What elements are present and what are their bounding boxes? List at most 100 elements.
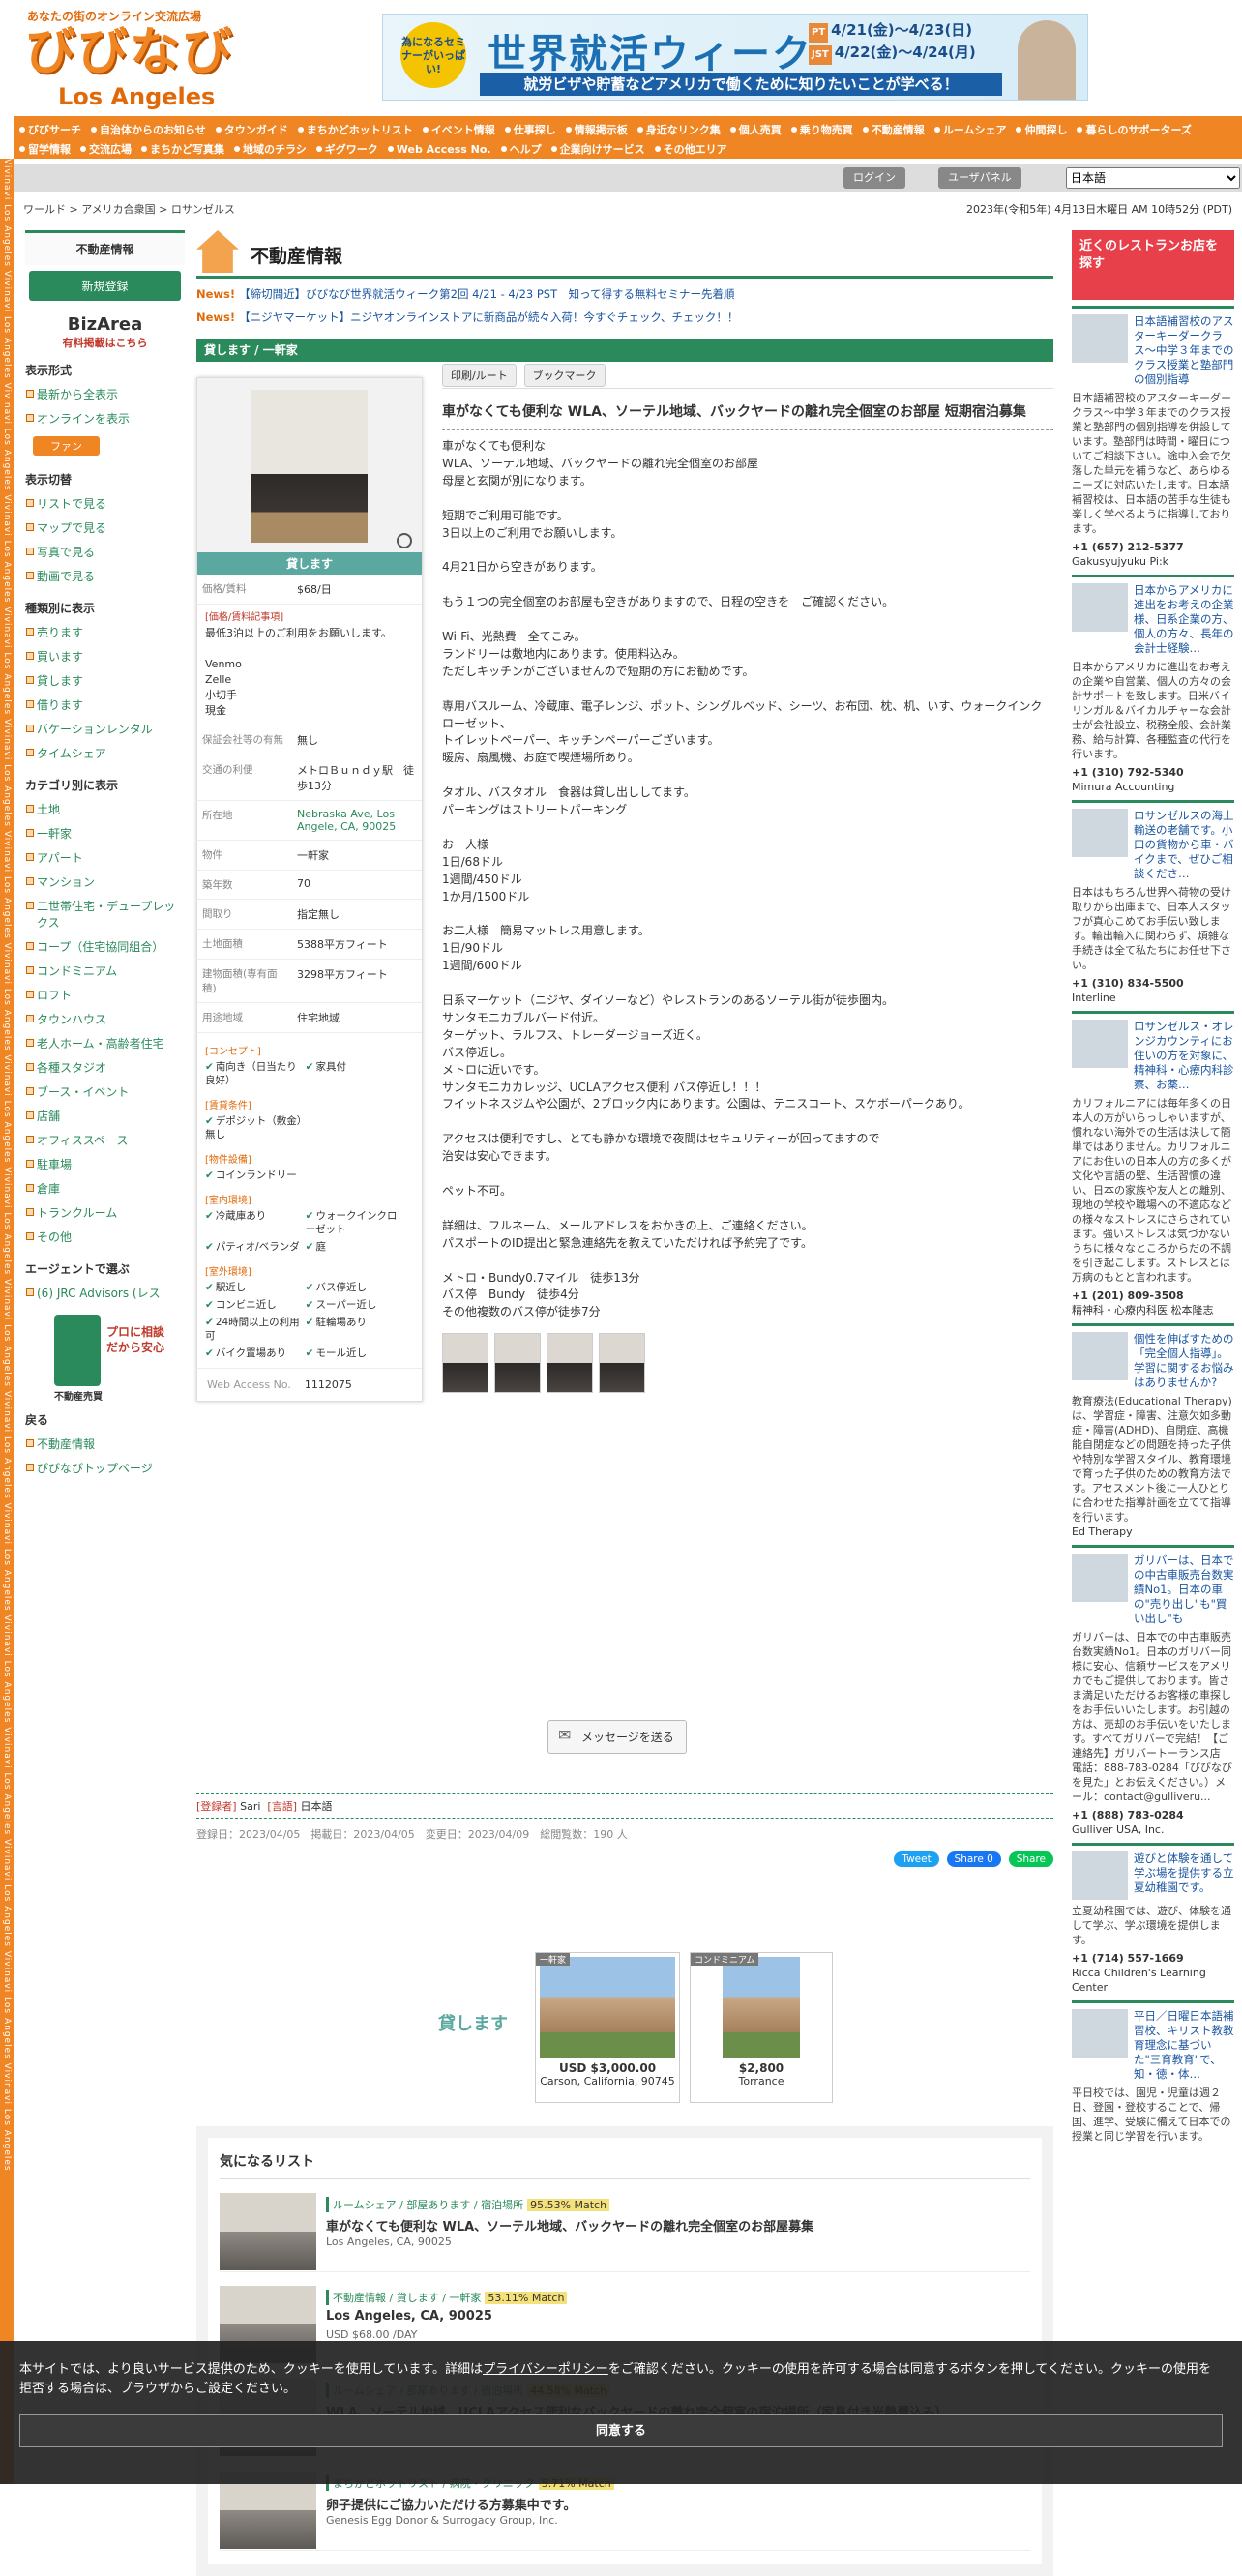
sidebar-link-category[interactable]: アパート xyxy=(25,845,185,870)
print-route-button[interactable]: 印刷/ルート xyxy=(442,364,517,387)
sidebar-link-agent[interactable]: (6) JRC Advisors (レス xyxy=(25,1281,185,1305)
sidebar-link-switch[interactable]: マップで見る xyxy=(25,516,185,540)
sidebar-link-category[interactable]: 二世帯住宅・デュープレックス xyxy=(25,894,185,934)
sidebar-ad[interactable]: 平日／日曜日本語補習校、キリスト教教育理念に基づいた"三育教育"で、知・徳・体…… xyxy=(1072,2000,1234,2144)
sidebar-link-category[interactable]: 店舗 xyxy=(25,1104,185,1128)
language-select[interactable]: 日本語 xyxy=(1066,167,1240,189)
nav-item[interactable]: まちかど写真集 xyxy=(141,141,224,157)
sidebar-link-category[interactable]: トランクルーム xyxy=(25,1200,185,1225)
sidebar-ad[interactable]: 個性を伸ばすための「完全個人指導」。学習に関するお悩みはありませんか? 教育療法(… xyxy=(1072,1323,1234,1539)
nav-item[interactable]: 仲間探し xyxy=(1016,122,1067,137)
sidebar-link-category[interactable]: その他 xyxy=(25,1225,185,1249)
ad-headline[interactable]: ロサンゼルスの海上輸送の老舗です。小口の貨物から車・バイクまで、ぜひご相談くださ… xyxy=(1134,809,1234,881)
nav-item[interactable]: その他エリア xyxy=(655,141,727,157)
tweet-button[interactable]: Tweet xyxy=(894,1851,939,1867)
ad-thumbnail[interactable] xyxy=(1072,1020,1128,1068)
nav-item[interactable]: 不動産情報 xyxy=(863,122,925,137)
nav-item[interactable]: 交流広場 xyxy=(80,141,132,157)
event-banner[interactable]: 為になるセミナーがいっぱい! 世界就活ウィーク PT 4/21(金)〜4/23(日… xyxy=(382,14,1088,101)
nav-item[interactable]: ヘルプ xyxy=(501,141,542,157)
restaurant-search-banner[interactable]: 近くのレストランお店を探す xyxy=(1072,230,1234,300)
nav-item[interactable]: タウンガイド xyxy=(216,122,288,137)
nav-item[interactable]: Web Access No. xyxy=(388,143,491,156)
user-panel-button[interactable]: ユーザパネル xyxy=(938,167,1021,189)
ad-headline[interactable]: ロサンゼルス・オレンジカウンティにお住いの方を対象に、精神科・心療内科診察、お薬… xyxy=(1134,1020,1234,1092)
sidebar-link-category[interactable]: 一軒家 xyxy=(25,821,185,845)
nav-item[interactable]: 情報掲示板 xyxy=(566,122,628,137)
nav-item[interactable]: 留学情報 xyxy=(19,141,71,157)
send-message-button[interactable]: メッセージを送る xyxy=(547,1720,687,1754)
related-photo[interactable] xyxy=(723,1957,800,2058)
sidebar-ad[interactable]: ガリバーは、日本での中古車販売台数実績No1。日本の車の"売り出し"も"買い出し… xyxy=(1072,1545,1234,1837)
sidebar-link-category[interactable]: 駐車場 xyxy=(25,1152,185,1176)
ad-thumbnail[interactable] xyxy=(1072,583,1128,632)
sidebar-link-category[interactable]: ロフト xyxy=(25,983,185,1007)
bizarea-logo[interactable]: BizArea 有料掲載はこちら xyxy=(25,314,185,350)
nav-item[interactable]: 身近なリンク集 xyxy=(637,122,721,137)
sidebar-link-category[interactable]: コープ（住宅協同組合） xyxy=(25,934,185,959)
breadcrumb[interactable]: ワールド > アメリカ合衆国 > ロサンゼルス xyxy=(23,201,235,217)
nav-item[interactable]: 乗り物売買 xyxy=(791,122,853,137)
sidebar-link-category[interactable]: コンドミニアム xyxy=(25,959,185,983)
listing-photo[interactable] xyxy=(197,378,422,552)
privacy-policy-link[interactable]: プライバシーポリシー xyxy=(483,2362,608,2377)
info-value[interactable]: Nebraska Ave, Los Angele, CA, 90025 xyxy=(292,800,422,841)
interest-title[interactable]: 卵子提供にご協力いただける方募集中です。 xyxy=(326,2495,576,2513)
photo-thumbnail[interactable] xyxy=(599,1333,645,1394)
nav-item[interactable]: まちかどホットリスト xyxy=(298,122,413,137)
nav-item[interactable]: ルームシェア xyxy=(934,122,1007,137)
sidebar-link-back[interactable]: 不動産情報 xyxy=(25,1432,185,1456)
related-photo[interactable] xyxy=(540,1957,675,2058)
sidebar-link-kind[interactable]: タイムシェア xyxy=(25,741,185,765)
ad-headline[interactable]: 遊びと体験を通して学ぶ場を提供する立夏幼稚園です。 xyxy=(1134,1851,1234,1900)
interest-title[interactable]: Los Angeles, CA, 90025 xyxy=(326,2309,492,2324)
ad-headline[interactable]: 日本からアメリカに進出をお考えの企業様、日系企業の方、個人の方々、長年の会計士経… xyxy=(1134,583,1234,656)
site-logo[interactable]: びびなび xyxy=(25,25,234,79)
photo-thumbnail[interactable] xyxy=(547,1333,593,1394)
main-photo[interactable] xyxy=(251,390,368,543)
ad-headline[interactable]: 平日／日曜日本語補習校、キリスト教教育理念に基づいた"三育教育"で、知・徳・体… xyxy=(1134,2009,1234,2082)
ad-headline[interactable]: 個性を伸ばすための「完全個人指導」。学習に関するお悩みはありませんか? xyxy=(1134,1332,1234,1390)
nav-item[interactable]: 暮らしのサポーターズ xyxy=(1077,122,1191,137)
sidebar-ad[interactable]: 日本からアメリカに進出をお考えの企業様、日系企業の方、個人の方々、長年の会計士経… xyxy=(1072,575,1234,794)
nav-item[interactable]: 企業向けサービス xyxy=(551,141,645,157)
sidebar-ad[interactable]: ロサンゼルス・オレンジカウンティにお住いの方を対象に、精神科・心療内科診察、お薬… xyxy=(1072,1011,1234,1318)
sidebar-link-kind[interactable]: 貸します xyxy=(25,668,185,693)
ad-thumbnail[interactable] xyxy=(1072,2009,1128,2058)
sidebar-link-category[interactable]: マンション xyxy=(25,870,185,894)
ad-thumbnail[interactable] xyxy=(1072,314,1128,363)
news-text[interactable]: 【締切間近】びびなび世界就活ウィーク第2回 4/21 - 4/23 PST 知っ… xyxy=(239,287,734,301)
login-button[interactable]: ログイン xyxy=(843,167,905,189)
photo-thumbnail[interactable] xyxy=(494,1333,541,1394)
sidebar-ad[interactable]: ロサンゼルスの海上輸送の老舗です。小口の貨物から車・バイクまで、ぜひご相談くださ… xyxy=(1072,800,1234,1005)
ad-thumbnail[interactable] xyxy=(1072,1851,1128,1900)
cookie-agree-button[interactable]: 同意する xyxy=(19,2414,1223,2447)
interest-photo[interactable] xyxy=(220,2193,316,2270)
sidebar-link-kind[interactable]: 借ります xyxy=(25,693,185,717)
sidebar-ad[interactable]: 遊びと体験を通して学ぶ場を提供する立夏幼稚園です。 立夏幼稚園では、遊び、体験を通… xyxy=(1072,1843,1234,1995)
sidebar-link-switch[interactable]: 動画で見る xyxy=(25,564,185,588)
interest-title[interactable]: 車がなくても便利な WLA、ソーテル地域、バックヤードの離れ完全個室のお部屋募集 xyxy=(326,2216,813,2235)
sidebar-link-category[interactable]: 倉庫 xyxy=(25,1176,185,1200)
sidebar-link-category[interactable]: オフィススペース xyxy=(25,1128,185,1152)
news-text[interactable]: 【ニジヤマーケット】ニジヤオンラインストアに新商品が続々入荷！今すぐチェック、チ… xyxy=(239,311,738,324)
fan-button[interactable]: ファン xyxy=(33,436,100,456)
line-share-button[interactable]: Share xyxy=(1008,1851,1053,1867)
sidebar-link-switch[interactable]: リストで見る xyxy=(25,491,185,516)
nav-item[interactable]: びびサーチ xyxy=(19,122,81,137)
pro-consult-banner[interactable]: プロに相談だから安心 不動産売買 xyxy=(54,1315,170,1403)
news-item[interactable]: News! 【ニジヤマーケット】ニジヤオンラインストアに新商品が続々入荷！今すぐチ… xyxy=(196,310,1053,325)
sidebar-link-category[interactable]: タウンハウス xyxy=(25,1007,185,1031)
sidebar-link-display[interactable]: オンラインを表示 xyxy=(25,406,185,430)
related-card[interactable]: 一軒家 USD $3,000.00 Carson, California, 90… xyxy=(535,1952,680,2103)
sidebar-link-kind[interactable]: バケーションレンタル xyxy=(25,717,185,741)
facebook-share-button[interactable]: Share 0 xyxy=(946,1851,1001,1867)
nav-item[interactable]: 地域のチラシ xyxy=(234,141,307,157)
sidebar-link-category[interactable]: 老人ホーム・高齢者住宅 xyxy=(25,1031,185,1055)
bookmark-button[interactable]: ブックマーク xyxy=(523,364,606,387)
sidebar-link-display[interactable]: 最新から全表示 xyxy=(25,382,185,406)
nav-item[interactable]: 仕事探し xyxy=(505,122,556,137)
ad-thumbnail[interactable] xyxy=(1072,1332,1128,1380)
interest-row[interactable]: ルームシェア / 部屋あります / 宿泊場所 95.53% Match 車がなくても… xyxy=(220,2179,1030,2272)
ad-headline[interactable]: ガリバーは、日本での中古車販売台数実績No1。日本の車の"売り出し"も"買い出し… xyxy=(1134,1554,1234,1626)
